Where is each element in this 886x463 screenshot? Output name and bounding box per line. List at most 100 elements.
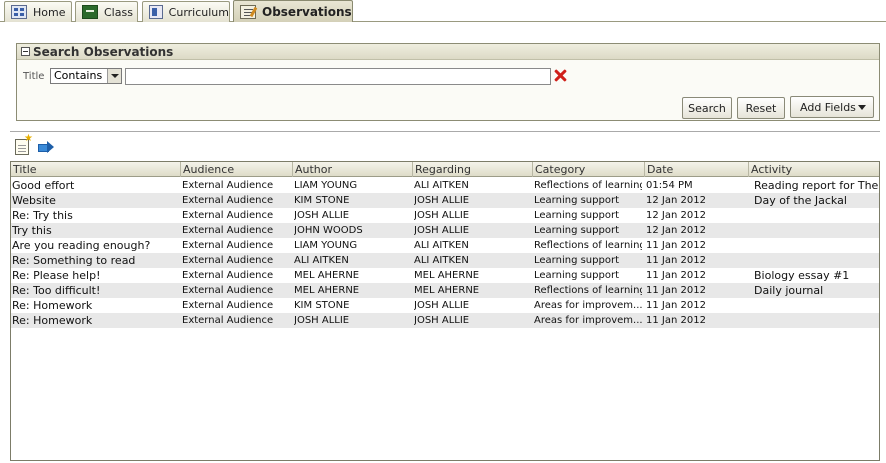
tab-label: Home	[33, 5, 66, 19]
operator-value: Contains	[54, 69, 103, 82]
table-cell: Learning support	[534, 195, 619, 206]
tab-home[interactable]: Home	[4, 1, 72, 22]
table-cell: Biology essay #1	[754, 269, 850, 282]
reset-button[interactable]: Reset	[737, 97, 785, 119]
table-cell: Learning support	[534, 255, 619, 266]
title-search-input[interactable]	[125, 68, 551, 85]
add-fields-button[interactable]: Add Fields	[790, 96, 874, 118]
table-cell: JOSH ALLIE	[414, 315, 470, 326]
table-cell: External Audience	[182, 300, 274, 311]
table-cell: JOSH ALLIE	[414, 210, 470, 221]
title-field-label: Title	[23, 71, 45, 82]
table-cell	[754, 298, 878, 313]
column-header-audience[interactable]: Audience	[181, 162, 293, 177]
table-cell: 11 Jan 2012	[646, 270, 706, 281]
chevron-down-icon[interactable]	[107, 69, 121, 83]
table-cell: Are you reading enough?	[12, 239, 151, 252]
table-cell: 11 Jan 2012	[646, 255, 706, 266]
arrow-right-icon[interactable]	[38, 141, 54, 154]
table-cell: LIAM YOUNG	[294, 240, 358, 251]
table-cell: Learning support	[534, 270, 619, 281]
tab-class[interactable]: Class	[75, 1, 138, 22]
table-row[interactable]: Try this External Audience JOHN WOODS JOSH …	[11, 223, 879, 238]
table-cell: Reflections of learning	[534, 285, 642, 296]
table-cell: 11 Jan 2012	[646, 300, 706, 311]
observations-icon	[240, 4, 256, 19]
table-cell: KIM STONE	[294, 195, 350, 206]
new-document-icon[interactable]	[15, 133, 33, 155]
tab-label: Curriculum	[168, 5, 229, 19]
operator-select[interactable]: Contains	[50, 68, 122, 84]
table-cell: MEL AHERNE	[294, 270, 360, 281]
search-panel-header[interactable]: Search Observations	[17, 44, 879, 60]
table-cell: KIM STONE	[294, 300, 350, 311]
table-cell: ALI AITKEN	[414, 180, 469, 191]
table-cell: 12 Jan 2012	[646, 210, 706, 221]
table-cell: Website	[12, 194, 56, 207]
table-cell: 12 Jan 2012	[646, 195, 706, 206]
table-cell: Learning support	[534, 225, 619, 236]
tab-bar: Home Class Curriculum Observations	[0, 0, 886, 22]
table-row[interactable]: Are you reading enough? External Audience…	[11, 238, 879, 253]
column-header-regarding[interactable]: Regarding	[413, 162, 533, 177]
table-row[interactable]: Good effort External Audience LIAM YOUNG AL…	[11, 178, 879, 193]
table-row[interactable]: Re: Something to read External Audience AL…	[11, 253, 879, 268]
table-cell: External Audience	[182, 240, 274, 251]
table-cell: External Audience	[182, 255, 274, 266]
table-cell: MEL AHERNE	[414, 270, 480, 281]
table-cell: ALI AITKEN	[294, 255, 349, 266]
clear-icon[interactable]	[553, 68, 567, 82]
table-cell: Day of the Jackal	[754, 194, 847, 207]
column-header-author[interactable]: Author	[293, 162, 413, 177]
table-cell: Reading report for The	[754, 179, 878, 192]
table-cell: Try this	[12, 224, 52, 237]
column-header-date[interactable]: Date	[645, 162, 749, 177]
table-cell: Reflections of learning	[534, 240, 642, 251]
table-cell: 12 Jan 2012	[646, 225, 706, 236]
table-cell: 11 Jan 2012	[646, 315, 706, 326]
table-cell: JOSH ALLIE	[414, 195, 470, 206]
table-cell: ALI AITKEN	[414, 240, 469, 251]
table-cell: Re: Homework	[12, 299, 93, 312]
table-row[interactable]: Re: Homework External Audience JOSH ALLIE J…	[11, 313, 879, 328]
table-cell: Re: Homework	[12, 314, 93, 327]
column-header-activity[interactable]: Activity	[749, 162, 879, 177]
add-fields-label: Add Fields	[800, 100, 856, 114]
table-row[interactable]: Website External Audience KIM STONE JOSH AL…	[11, 193, 879, 208]
column-header-title[interactable]: Title	[11, 162, 181, 177]
curriculum-icon	[149, 5, 163, 19]
table-cell: External Audience	[182, 225, 274, 236]
table-cell: External Audience	[182, 210, 274, 221]
table-cell: Areas for improvem...	[534, 315, 642, 326]
table-cell: External Audience	[182, 285, 274, 296]
table-cell	[754, 238, 878, 253]
table-cell: 11 Jan 2012	[646, 240, 706, 251]
table-header: Title Audience Author Regarding Category…	[11, 162, 879, 177]
search-button[interactable]: Search	[682, 97, 732, 119]
table-cell: External Audience	[182, 315, 274, 326]
tab-curriculum[interactable]: Curriculum	[142, 1, 230, 22]
table-row[interactable]: Re: Try this External Audience JOSH ALLIE J…	[11, 208, 879, 223]
table-cell: LIAM YOUNG	[294, 180, 358, 191]
table-row[interactable]: Re: Too difficult! External Audience MEL A…	[11, 283, 879, 298]
column-header-category[interactable]: Category	[533, 162, 645, 177]
search-panel-title: Search Observations	[33, 44, 174, 59]
table-cell: MEL AHERNE	[294, 285, 360, 296]
tab-label: Observations	[262, 4, 352, 19]
table-cell	[754, 208, 878, 223]
table-cell: Learning support	[534, 210, 619, 221]
table-cell: Re: Too difficult!	[12, 284, 101, 297]
table-cell: Re: Something to read	[12, 254, 136, 267]
table-row[interactable]: Re: Please help! External Audience MEL AHE…	[11, 268, 879, 283]
table-cell: JOSH ALLIE	[414, 300, 470, 311]
table-cell: 11 Jan 2012	[646, 285, 706, 296]
table-cell: External Audience	[182, 180, 274, 191]
tab-observations[interactable]: Observations	[233, 0, 353, 22]
collapse-icon[interactable]	[21, 47, 30, 56]
table-cell	[754, 313, 878, 328]
table-cell: JOHN WOODS	[294, 225, 363, 236]
table-row[interactable]: Re: Homework External Audience KIM STONE JO…	[11, 298, 879, 313]
class-icon	[82, 5, 98, 19]
table-cell	[754, 253, 878, 268]
divider	[10, 131, 880, 132]
